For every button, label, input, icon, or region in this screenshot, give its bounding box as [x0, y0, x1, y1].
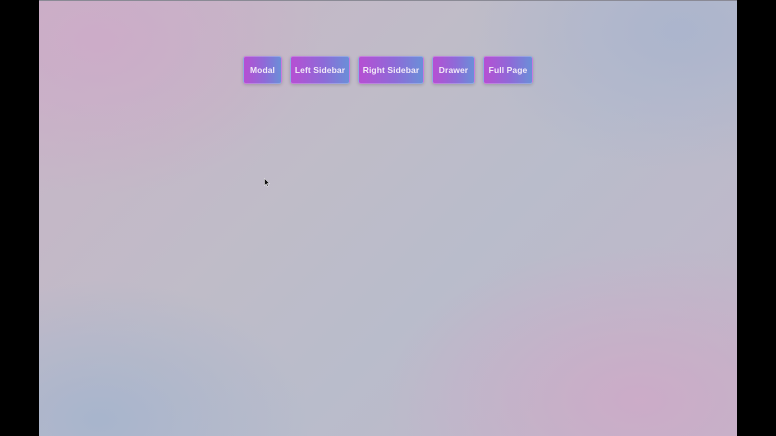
viewport-top-border [39, 0, 737, 1]
letterbox-right [737, 0, 776, 436]
full-page-button[interactable]: Full Page [483, 56, 533, 84]
right-sidebar-button[interactable]: Right Sidebar [358, 56, 424, 84]
mouse-pointer-icon [264, 178, 270, 187]
modal-button[interactable]: Modal [243, 56, 282, 84]
page-viewport: Modal Left Sidebar Right Sidebar Drawer … [39, 0, 737, 436]
overlay-trigger-toolbar: Modal Left Sidebar Right Sidebar Drawer … [243, 56, 533, 84]
left-sidebar-button[interactable]: Left Sidebar [290, 56, 350, 84]
drawer-button[interactable]: Drawer [432, 56, 475, 84]
letterbox-left [0, 0, 39, 436]
